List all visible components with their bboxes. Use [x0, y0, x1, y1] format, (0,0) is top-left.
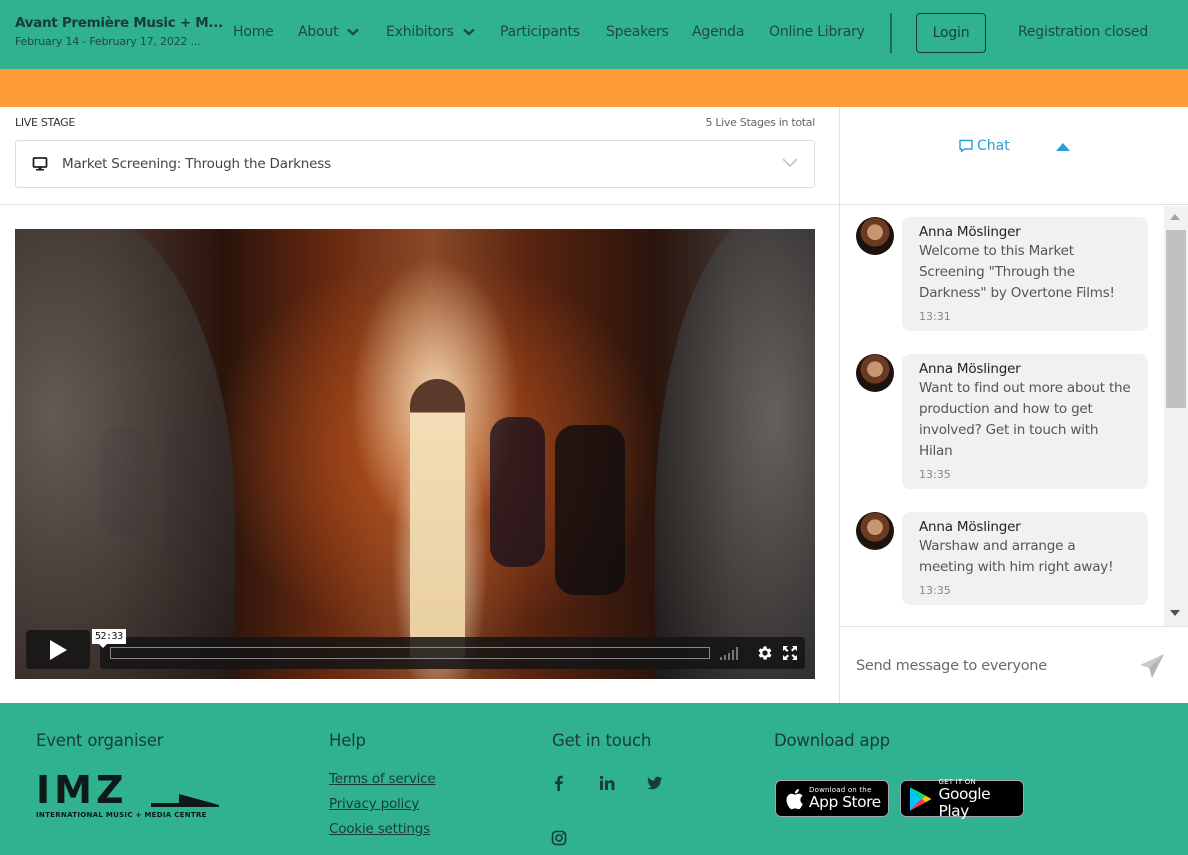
- caret-up-icon[interactable]: [1056, 143, 1070, 151]
- nav-speakers-label: Speakers: [606, 24, 669, 40]
- privacy-policy-link[interactable]: Privacy policy: [329, 796, 436, 812]
- nav-agenda[interactable]: Agenda: [692, 24, 744, 40]
- google-play-button[interactable]: GET IT ON Google Play: [900, 778, 1024, 820]
- announcement-banner: [0, 69, 1188, 107]
- registration-status: Registration closed: [1018, 24, 1149, 40]
- message-bubble: Anna Möslinger Welcome to this Market Sc…: [902, 217, 1148, 331]
- video-performer: [490, 417, 545, 567]
- message-text: Warshaw and arrange a meeting with him r…: [919, 538, 1114, 575]
- nav-home[interactable]: Home: [233, 24, 274, 40]
- event-brand[interactable]: Avant Première Music + M... February 14 …: [15, 15, 223, 48]
- scrollbar-thumb[interactable]: [1166, 230, 1186, 408]
- app-store-button[interactable]: Download on the App Store: [775, 780, 889, 817]
- twitter-icon[interactable]: [647, 775, 663, 791]
- imz-logo[interactable]: IMZ INTERNATIONAL MUSIC + MEDIA CENTRE: [36, 771, 226, 821]
- download-heading: Download app: [774, 731, 890, 750]
- message-author[interactable]: Anna Möslinger: [919, 224, 1132, 240]
- play-button[interactable]: [26, 630, 90, 669]
- chat-scrollbar[interactable]: [1164, 206, 1188, 626]
- message-text: Want to find out more about the producti…: [919, 380, 1131, 459]
- app-store-big-text: App Store: [809, 793, 881, 811]
- footer-help: Help Terms of service Privacy policy Coo…: [329, 731, 436, 837]
- chat-tab[interactable]: Chat: [958, 138, 1010, 154]
- help-heading: Help: [329, 731, 366, 750]
- message-bubble: Anna Möslinger Want to find out more abo…: [902, 354, 1148, 489]
- contact-heading: Get in touch: [552, 731, 652, 750]
- stage-select-dropdown[interactable]: Market Screening: Through the Darkness: [15, 140, 815, 188]
- volume-icon[interactable]: [720, 647, 744, 660]
- message-author[interactable]: Anna Möslinger: [919, 519, 1132, 535]
- message-time: 13:35: [919, 584, 951, 597]
- nav-divider: [890, 13, 892, 53]
- nav-about-label: About: [298, 24, 339, 40]
- nav-agenda-label: Agenda: [692, 24, 745, 40]
- stages-total-count: 5 Live Stages in total: [705, 116, 815, 129]
- chat-tab-label: Chat: [977, 138, 1010, 154]
- gear-icon[interactable]: [756, 644, 774, 662]
- event-title[interactable]: Avant Première Music + M...: [15, 15, 223, 31]
- chat-bubble-icon: [959, 139, 973, 153]
- nav-exhibitors-label: Exhibitors: [386, 24, 454, 40]
- nav-home-label: Home: [233, 24, 274, 40]
- nav-participants-label: Participants: [500, 24, 580, 40]
- cookie-settings-link[interactable]: Cookie settings: [329, 821, 436, 837]
- chevron-down-icon: [782, 158, 798, 168]
- send-icon[interactable]: [1138, 652, 1166, 680]
- footer-organiser: Event organiser IMZ INTERNATIONAL MUSIC …: [36, 731, 219, 819]
- nav-participants[interactable]: Participants: [500, 24, 580, 40]
- chevron-down-icon: [462, 28, 475, 36]
- top-navigation-bar: Avant Première Music + M... February 14 …: [0, 0, 1188, 69]
- monitor-icon: [32, 157, 48, 171]
- footer-download: Download app: [774, 731, 890, 750]
- event-dates: February 14 - February 17, 2022 ...: [15, 35, 201, 48]
- footer: Event organiser IMZ INTERNATIONAL MUSIC …: [0, 703, 1188, 855]
- video-control-bar: [100, 637, 805, 669]
- chat-message-list: Anna Möslinger Welcome to this Market Sc…: [840, 206, 1164, 626]
- stage-header: LIVE STAGE 5 Live Stages in total Market…: [0, 107, 839, 205]
- play-icon: [50, 639, 67, 660]
- login-button[interactable]: Login: [916, 13, 986, 53]
- chevron-down-icon: [347, 28, 360, 36]
- scroll-up-arrow-icon[interactable]: [1170, 214, 1180, 220]
- nav-about[interactable]: About: [298, 24, 360, 40]
- google-play-icon: [909, 786, 932, 811]
- instagram-icon[interactable]: [551, 830, 567, 846]
- scroll-down-arrow-icon[interactable]: [1170, 610, 1180, 616]
- terms-of-service-link[interactable]: Terms of service: [329, 771, 436, 787]
- nav-speakers[interactable]: Speakers: [606, 24, 669, 40]
- video-singer: [410, 379, 465, 659]
- linkedin-icon[interactable]: [599, 775, 615, 791]
- chat-message-input[interactable]: [856, 647, 1116, 685]
- message-time: 13:35: [919, 468, 951, 481]
- organiser-heading: Event organiser: [36, 731, 164, 750]
- nav-online-library-label: Online Library: [769, 24, 865, 40]
- nav-online-library[interactable]: Online Library: [769, 24, 865, 40]
- live-stage-label: LIVE STAGE: [15, 116, 75, 129]
- imz-logo-arrow: [151, 794, 219, 807]
- video-player[interactable]: 52:33: [15, 229, 815, 679]
- message-text: Welcome to this Market Screening "Throug…: [919, 243, 1115, 301]
- footer-contact: Get in touch: [552, 731, 651, 750]
- imz-logo-subtext: INTERNATIONAL MUSIC + MEDIA CENTRE: [36, 811, 207, 819]
- message-bubble: Anna Möslinger Warshaw and arrange a mee…: [902, 512, 1148, 605]
- chat-composer: [840, 626, 1188, 703]
- video-performer: [555, 425, 625, 595]
- message-time: 13:31: [919, 310, 951, 323]
- avatar[interactable]: [856, 217, 894, 255]
- hover-time-tooltip: 52:33: [92, 629, 126, 648]
- facebook-icon[interactable]: [551, 775, 567, 791]
- message-author[interactable]: Anna Möslinger: [919, 361, 1132, 377]
- video-progress-bar[interactable]: [110, 647, 710, 659]
- chat-header: Chat: [840, 107, 1188, 205]
- nav-exhibitors[interactable]: Exhibitors: [386, 24, 475, 40]
- avatar[interactable]: [856, 354, 894, 392]
- fullscreen-icon[interactable]: [782, 645, 798, 661]
- selected-stage-name: Market Screening: Through the Darkness: [62, 156, 331, 172]
- google-play-big-text: Google Play: [938, 784, 991, 820]
- avatar[interactable]: [856, 512, 894, 550]
- apple-icon: [786, 788, 803, 809]
